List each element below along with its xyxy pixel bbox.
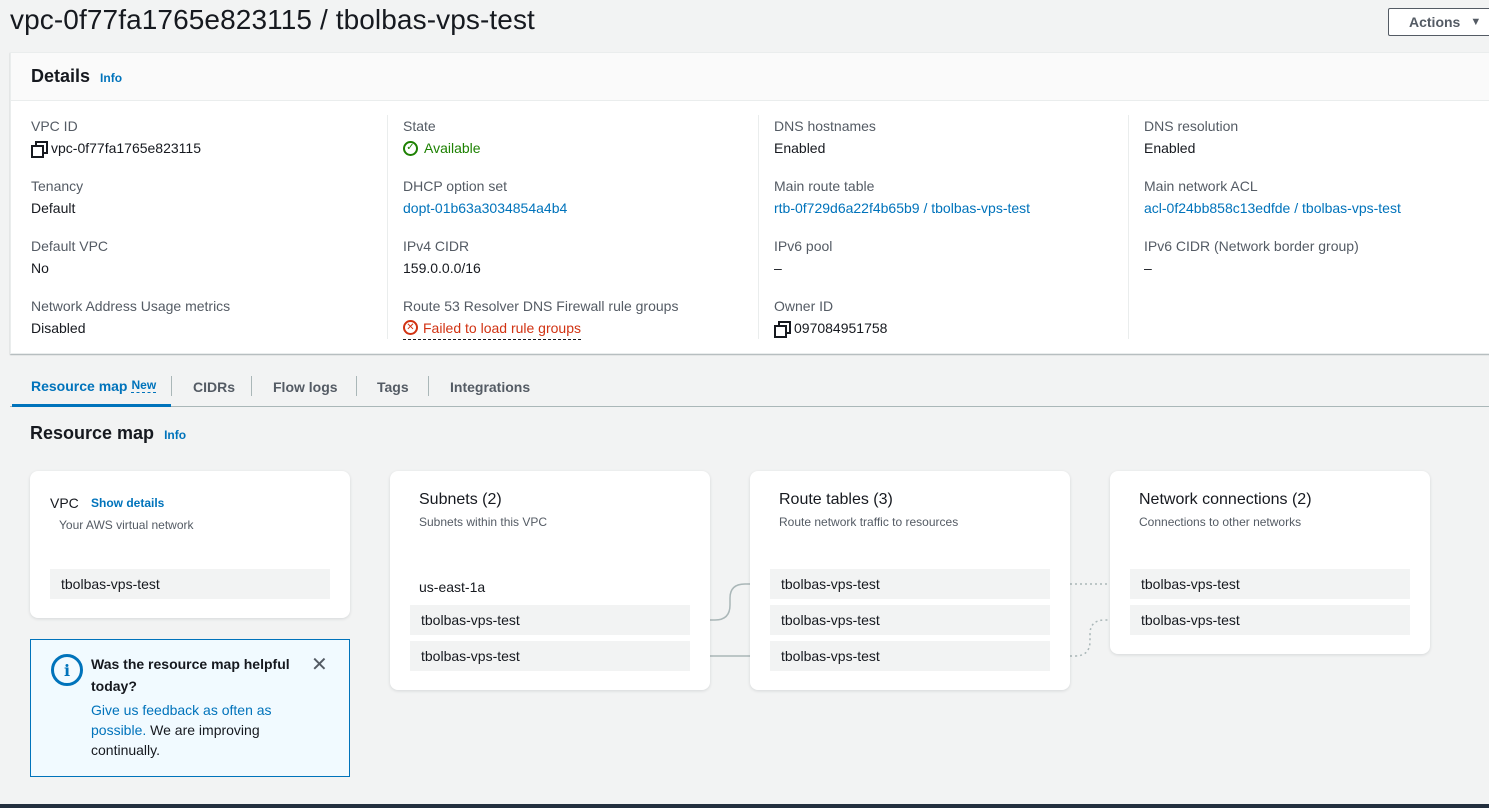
feedback-body: Give us feedback as often as possible. W… [91,700,291,760]
network-connection-item[interactable]: tbolbas-vps-test [1130,605,1410,635]
route-table-item[interactable]: tbolbas-vps-test [770,569,1050,599]
subnets-subtitle: Subnets within this VPC [419,515,548,529]
network-connections-subtitle: Connections to other networks [1139,515,1302,529]
network-connections-title: Network connections (2) [1139,491,1312,508]
vpc-card-title: VPC [50,495,79,511]
route-tables-card: Route tables (3) Route network traffic t… [750,471,1070,690]
vpc-card: VPC Show details Your AWS virtual networ… [30,471,350,618]
subnets-title: Subnets (2) [419,491,502,508]
network-connection-item[interactable]: tbolbas-vps-test [1130,569,1410,599]
bottom-bar [0,804,1489,808]
route-tables-subtitle: Route network traffic to resources [779,515,959,529]
subnet-item[interactable]: tbolbas-vps-test [410,605,690,635]
info-circle-icon: i [51,654,83,686]
feedback-title: Was the resource map helpful today? [91,656,290,694]
route-tables-title: Route tables (3) [779,491,893,508]
subnets-card: Subnets (2) Subnets within this VPC us-e… [390,471,710,690]
route-table-item[interactable]: tbolbas-vps-test [770,605,1050,635]
subnet-item[interactable]: tbolbas-vps-test [410,641,690,671]
show-details-link[interactable]: Show details [91,496,164,510]
availability-zone-label: us-east-1a [419,579,486,595]
close-icon[interactable]: ✕ [311,652,328,677]
route-table-item[interactable]: tbolbas-vps-test [770,641,1050,671]
vpc-item[interactable]: tbolbas-vps-test [50,569,330,599]
feedback-alert: i Was the resource map helpful today? ✕ … [30,639,350,777]
network-connections-card: Network connections (2) Connections to o… [1110,471,1430,654]
vpc-card-subtitle: Your AWS virtual network [59,518,194,532]
